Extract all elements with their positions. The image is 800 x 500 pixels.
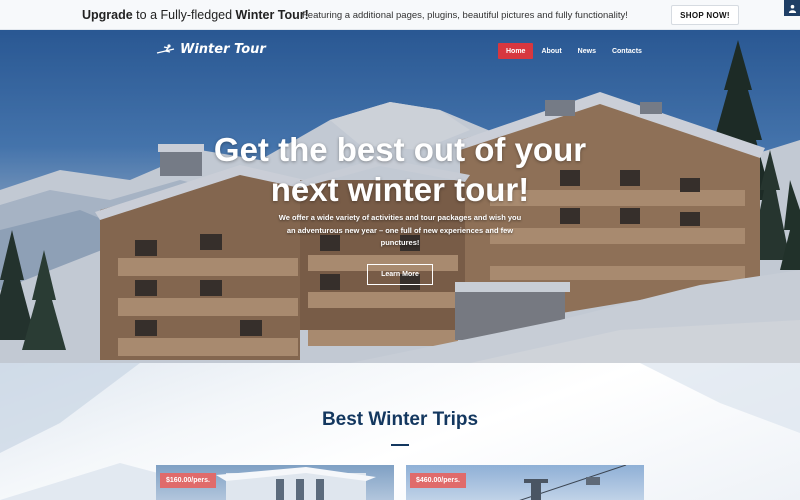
hero-title-line-2: next winter tour! bbox=[270, 171, 530, 208]
user-icon bbox=[788, 4, 796, 13]
title-underline bbox=[391, 444, 409, 446]
promo-features-text: Featuring a additional pages, plugins, b… bbox=[302, 10, 628, 21]
logo-text: Winter Tour bbox=[180, 42, 266, 57]
hero-title-line-1: Get the best out of your bbox=[213, 131, 587, 168]
nav-contacts[interactable]: Contacts bbox=[604, 43, 650, 59]
learn-more-button[interactable]: Learn More bbox=[367, 264, 433, 285]
nav-home[interactable]: Home bbox=[498, 43, 534, 59]
promo-upgrade-text: Upgrade to a Fully-fledged Winter Tour! bbox=[82, 8, 309, 22]
price-badge: $460.00/pers. bbox=[410, 473, 466, 488]
trip-card[interactable]: $460.00/pers. bbox=[406, 465, 644, 500]
nav-news[interactable]: News bbox=[570, 43, 604, 59]
snow-background bbox=[0, 363, 800, 500]
shop-now-button[interactable]: SHOP NOW! bbox=[671, 5, 739, 25]
hero-title: Get the best out of your next winter tou… bbox=[150, 130, 650, 210]
nav-about[interactable]: About bbox=[533, 43, 569, 59]
best-trips-section: Best Winter Trips $160.00/pers. $460.00/… bbox=[0, 363, 800, 500]
hero-section: Winter Tour Home About News Contacts Get… bbox=[0, 30, 800, 363]
hero-subtitle: We offer a wide variety of activities an… bbox=[278, 213, 522, 247]
main-nav: Home About News Contacts bbox=[498, 43, 650, 59]
user-account-button[interactable] bbox=[784, 0, 800, 16]
section-title: Best Winter Trips bbox=[321, 409, 479, 430]
price-badge: $160.00/pers. bbox=[160, 473, 216, 488]
skier-icon bbox=[156, 43, 175, 54]
site-logo[interactable]: Winter Tour bbox=[156, 42, 266, 57]
promo-bar: Upgrade to a Fully-fledged Winter Tour! … bbox=[0, 0, 800, 30]
trip-card[interactable]: $160.00/pers. bbox=[156, 465, 394, 500]
